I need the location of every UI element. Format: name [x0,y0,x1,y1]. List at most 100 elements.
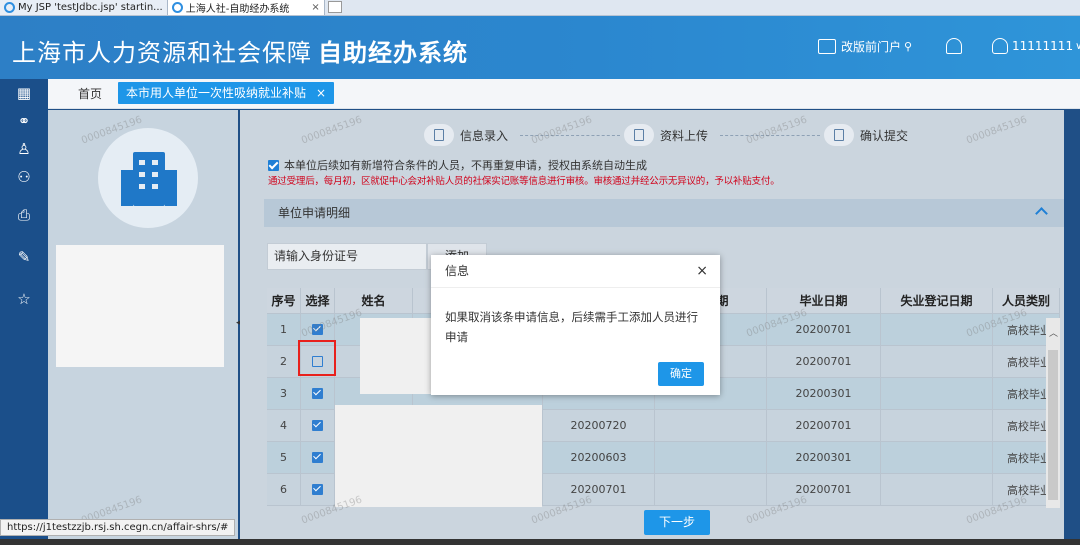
col-header-grad-date: 毕业日期 [767,288,881,314]
row-cell [655,474,767,506]
info-dialog: 信息 × 如果取消该条申请信息，后续需手工添加人员进行申请 确定 [431,255,720,395]
user-menu[interactable]: 11111111 ∨ [992,38,1080,54]
tab-subsidy[interactable]: 本市用人单位一次性吸纳就业补贴 × [118,82,335,104]
row-cell: 20200603 [543,442,655,474]
user-icon [992,38,1008,54]
browser-tab-label: 上海人社-自助经办系统 [185,3,290,15]
row-cell: 20200701 [543,474,655,506]
scroll-thumb[interactable] [1048,350,1058,500]
row-unemp-date [881,346,993,378]
next-step-button[interactable]: 下一步 [644,510,710,535]
app-header: 上海市人力资源和社会保障 自助经办系统 改版前门户 ⚲ 11111111 ∨ [0,16,1080,79]
notifications-button[interactable] [946,38,962,54]
document-icon [824,124,854,146]
app-title-bold: 自助经办系统 [318,39,468,67]
row-unemp-date [881,378,993,410]
dialog-header: 信息 × [431,255,720,288]
star-icon[interactable]: ☆ [0,285,48,313]
edit-icon[interactable]: ✎ [0,243,48,271]
portal-link[interactable]: 改版前门户 ⚲ [818,38,912,55]
ie-icon [171,1,183,13]
browser-tab-jsp[interactable]: My JSP 'testJdbc.jsp' startin... [0,0,168,15]
person-card-icon[interactable]: ♙ [0,135,48,163]
browser-tab-label: My JSP 'testJdbc.jsp' startin... [18,1,163,13]
printer-icon[interactable]: ⎙ [0,201,48,229]
row-checkbox[interactable] [312,420,323,431]
row-select[interactable] [301,442,335,474]
row-grad-date: 20200701 [767,346,881,378]
row-cell: 20200720 [543,410,655,442]
confirm-button[interactable]: 确定 [658,362,704,386]
close-icon[interactable]: × [696,255,708,288]
handshake-icon[interactable]: ⚭ [0,107,48,135]
row-checkbox[interactable] [312,388,323,399]
scroll-up-icon[interactable]: ︿ [1049,326,1058,339]
id-search-input[interactable]: 请输入身份证号 [267,243,427,270]
section-header[interactable]: 单位申请明细 [264,199,1064,227]
row-unemp-date [881,410,993,442]
ie-icon [4,1,15,13]
row-checkbox[interactable] [312,484,323,495]
form-icon [424,124,454,146]
section-title: 单位申请明细 [278,206,351,220]
col-header-unemp-date: 失业登记日期 [881,288,993,314]
col-header-select: 选择 [301,288,335,314]
page-tabs: 首页 本市用人单位一次性吸纳就业补贴 × [48,79,1080,109]
masked-name-block [360,318,432,394]
apps-icon[interactable]: ▦ [0,79,48,107]
col-header-category: 人员类别 [993,288,1060,314]
row-no: 2 [267,346,301,378]
link-icon: ⚲ [904,40,913,53]
company-avatar [98,128,198,228]
row-unemp-date [881,442,993,474]
row-no: 6 [267,474,301,506]
row-no: 4 [267,410,301,442]
row-select[interactable] [301,378,335,410]
row-no: 1 [267,314,301,346]
row-no: 3 [267,378,301,410]
browser-tab-strip: My JSP 'testJdbc.jsp' startin... 上海人社-自助… [0,0,1080,16]
audit-notice: 通过受理后，每月初，区就促中心会对补贴人员的社保实记账等信息进行审核。审核通过并… [268,176,780,187]
highlight-box [298,340,336,376]
row-grad-date: 20200301 [767,442,881,474]
monitor-icon [818,39,836,54]
step-label: 确认提交 [860,128,909,143]
row-select[interactable] [301,410,335,442]
users-icon[interactable]: ⚇ [0,163,48,191]
step-label: 资料上传 [660,128,709,143]
col-header-name: 姓名 [335,288,413,314]
chevron-down-icon: ∨ [1075,40,1080,52]
chevron-up-icon[interactable] [1035,207,1048,220]
row-select[interactable] [301,474,335,506]
bell-icon [946,38,962,54]
table-scrollbar[interactable]: ︿ [1046,318,1060,508]
close-icon[interactable]: × [311,2,319,13]
user-id: 11111111 [1012,39,1074,53]
new-tab-button[interactable] [327,1,342,13]
close-icon[interactable]: × [316,86,326,100]
tab-subsidy-label: 本市用人单位一次性吸纳就业补贴 [126,86,307,100]
profile-info-masked [56,245,224,367]
browser-status-url: https://j1testzzjb.rsj.sh.cegn.cn/affair… [0,519,236,536]
portal-link-label: 改版前门户 [841,40,902,54]
auto-generate-text: 本单位后续如有新增符合条件的人员，不再重复申请，授权由系统自动生成 [284,159,647,172]
step-upload: 资料上传 [624,124,708,146]
auto-generate-option[interactable]: 本单位后续如有新增符合条件的人员，不再重复申请，授权由系统自动生成 [268,157,647,173]
row-no: 5 [267,442,301,474]
app-title-light: 上海市人力资源和社会保障 [12,39,312,67]
app-title: 上海市人力资源和社会保障 自助经办系统 [12,33,468,68]
browser-tab-selfservice[interactable]: 上海人社-自助经办系统 × [167,0,325,15]
auto-generate-checkbox[interactable] [268,159,279,171]
profile-panel [48,110,238,539]
row-checkbox[interactable] [312,452,323,463]
row-unemp-date [881,474,993,506]
building-icon [121,152,177,206]
tab-home[interactable]: 首页 [70,84,110,104]
dialog-title: 信息 [445,264,470,278]
taskbar-edge [0,539,1080,545]
document-icon [624,124,654,146]
row-cell [655,410,767,442]
col-header-no: 序号 [267,288,301,314]
row-grad-date: 20200301 [767,378,881,410]
step-info-entry: 信息录入 [424,124,508,146]
